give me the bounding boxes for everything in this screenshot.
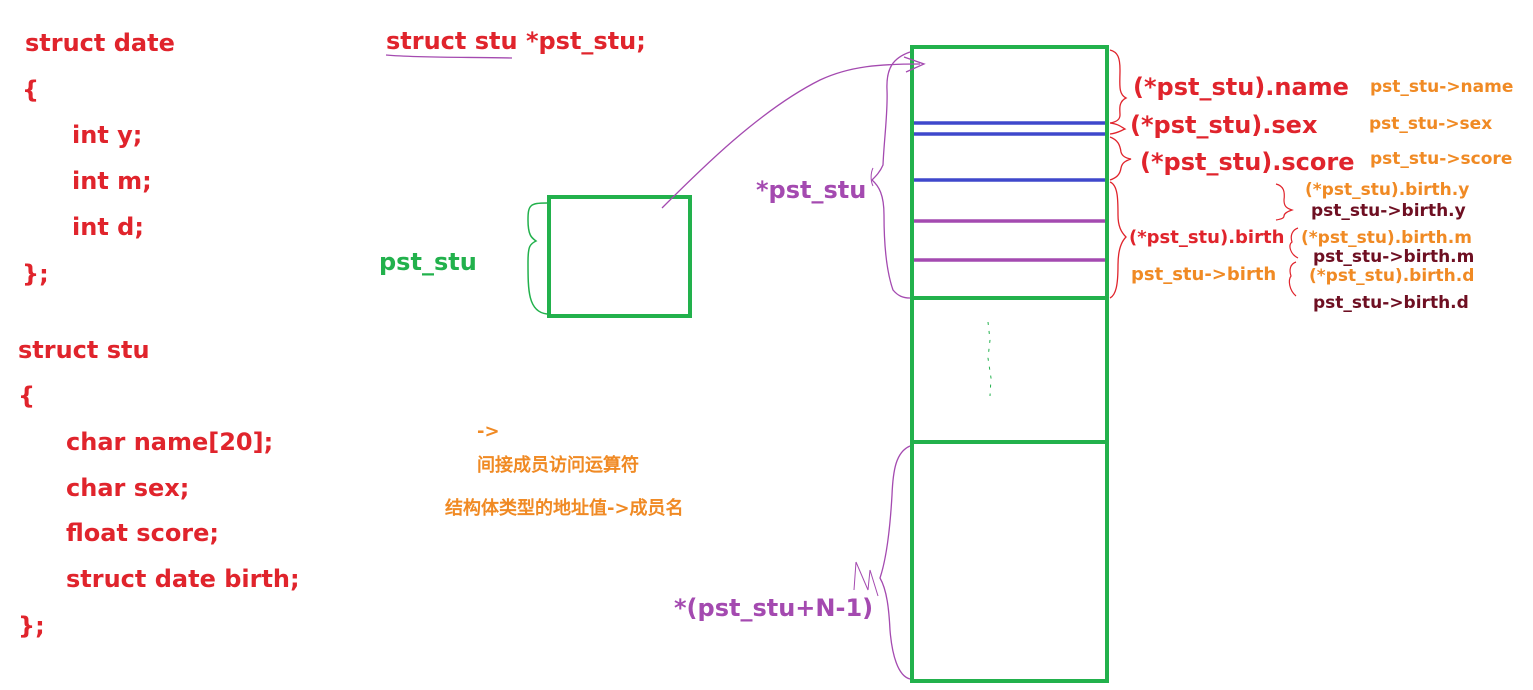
last-elem-brace-mark [853, 561, 879, 597]
code-line-char-name: char name[20]; [66, 428, 274, 456]
member-sex-dot: (*pst_stu).sex [1130, 111, 1318, 139]
note-arrow-op-name: 间接成员访问运算符 [477, 455, 639, 476]
memory-element-last [910, 440, 1109, 683]
member-birth-d-dot: (*pst_stu).birth.d [1309, 266, 1475, 286]
code-line-int-m: int m; [72, 167, 152, 195]
member-score-arrow: pst_stu->score [1370, 149, 1513, 169]
member-score-dot: (*pst_stu).score [1140, 148, 1355, 176]
brace-birth-m [1289, 227, 1299, 259]
code-line-struct-date: struct date [25, 29, 175, 57]
code-line-close-brace: }; [18, 612, 45, 640]
pointer-box-brace [527, 202, 548, 315]
struct-stu-underline [385, 54, 513, 59]
member-birth-dot: (*pst_stu).birth [1129, 227, 1285, 248]
code-line-int-y: int y; [72, 121, 143, 149]
deref-brace-mark [870, 167, 874, 187]
pointer-decl: struct stu *pst_stu; [386, 29, 646, 53]
last-elem-label: *(pst_stu+N-1) [674, 594, 874, 622]
code-line-open-brace: { [22, 76, 40, 104]
brace-birth [1109, 181, 1127, 299]
member-birth-m-arrow: pst_stu->birth.m [1313, 247, 1475, 267]
code-line-struct-stu: struct stu [18, 336, 150, 364]
code-line-char-sex: char sex; [66, 474, 190, 502]
deref-brace [871, 51, 911, 299]
pointer-var-label: pst_stu [379, 248, 477, 276]
memory-element-1 [910, 296, 1109, 444]
last-elem-brace [879, 445, 911, 680]
brace-score [1109, 136, 1132, 181]
pointer-decl-type: struct stu [386, 27, 518, 55]
code-line-close-brace: }; [22, 260, 49, 288]
member-birth-y-arrow: pst_stu->birth.y [1311, 201, 1466, 221]
ellipsis-mark [987, 321, 992, 397]
member-sex-arrow: pst_stu->sex [1369, 114, 1493, 134]
brace-birth-y [1275, 183, 1294, 221]
code-line-float-score: float score; [66, 519, 220, 547]
member-birth-d-arrow: pst_stu->birth.d [1313, 293, 1469, 313]
member-birth-y-dot: (*pst_stu).birth.y [1305, 180, 1470, 200]
deref-label: *pst_stu [756, 176, 867, 204]
code-line-birth: struct date birth; [66, 565, 300, 593]
code-line-open-brace: { [18, 382, 36, 410]
brace-birth-d [1288, 261, 1297, 297]
member-name-dot: (*pst_stu).name [1133, 73, 1349, 101]
member-birth-arrow: pst_stu->birth [1131, 264, 1277, 285]
code-line-int-d: int d; [72, 213, 144, 241]
pointer-decl-var: *pst_stu; [525, 27, 646, 55]
note-arrow-op: -> [477, 421, 500, 442]
brace-name [1109, 49, 1128, 124]
pointer-box [547, 195, 692, 318]
member-birth-m-dot: (*pst_stu).birth.m [1301, 228, 1472, 248]
note-arrow-usage: 结构体类型的地址值->成员名 [445, 498, 684, 519]
member-name-arrow: pst_stu->name [1370, 77, 1514, 97]
brace-sex [1109, 122, 1127, 135]
